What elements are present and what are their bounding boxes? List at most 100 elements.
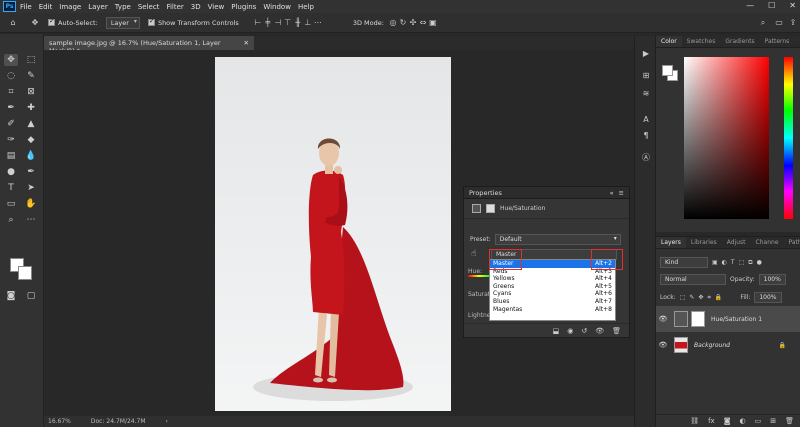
pen-tool-icon[interactable]: ✒: [24, 166, 38, 178]
align-left-icon[interactable]: ⊢: [253, 18, 263, 28]
move-tool-icon[interactable]: ✥: [30, 18, 40, 28]
close-window-button[interactable]: ✕: [789, 1, 796, 10]
tab-paths[interactable]: Paths: [784, 237, 800, 248]
lock-artboard-icon[interactable]: ⌗: [707, 294, 710, 302]
tab-swatches[interactable]: Swatches: [682, 36, 721, 47]
dropdown-item-blues[interactable]: Blues Alt+7: [490, 298, 615, 306]
menu-help[interactable]: Help: [298, 3, 314, 11]
filter-pixel-icon[interactable]: ▣: [712, 259, 718, 266]
reset-icon[interactable]: ↺: [581, 327, 587, 335]
fill-input[interactable]: 100%: [754, 292, 782, 303]
history-icon[interactable]: ⊞: [640, 70, 652, 82]
close-tab-icon[interactable]: ✕: [244, 39, 249, 47]
dropdown-item-cyans[interactable]: Cyans Alt+6: [490, 290, 615, 298]
layer-filter-dropdown[interactable]: Kind: [660, 257, 708, 268]
path-select-icon[interactable]: ➤: [24, 182, 38, 194]
blur-tool-icon[interactable]: 💧: [24, 150, 38, 162]
new-adjustment-icon[interactable]: ◐: [740, 417, 746, 425]
targeted-adjustment-icon[interactable]: ☝: [471, 249, 476, 259]
align-bottom-icon[interactable]: ⊥: [303, 18, 313, 28]
menu-edit[interactable]: Edit: [39, 3, 53, 11]
screen-mode-icon[interactable]: ▢: [24, 290, 38, 302]
tab-color[interactable]: Color: [656, 36, 682, 47]
edit-toolbar-icon[interactable]: ⋯: [24, 214, 38, 226]
tab-adjust[interactable]: Adjust: [722, 237, 751, 248]
delete-icon[interactable]: 🗑: [612, 327, 621, 335]
move-tool-icon[interactable]: ✥: [4, 54, 18, 66]
layer-row-hue-saturation[interactable]: 👁 Hue/Saturation 1: [656, 306, 800, 332]
show-transform-option[interactable]: Show Transform Controls: [147, 17, 239, 27]
lock-transparent-icon[interactable]: ⬚: [680, 294, 686, 301]
status-arrow-icon[interactable]: ›: [166, 418, 168, 425]
home-icon[interactable]: ⌂: [8, 18, 18, 28]
gradient-tool-icon[interactable]: ▤: [4, 150, 18, 162]
hand-tool-icon[interactable]: ✋: [24, 198, 38, 210]
healing-brush-icon[interactable]: ✚: [24, 102, 38, 114]
layer-visibility-eye-icon[interactable]: 👁: [656, 341, 670, 349]
hue-slider-track[interactable]: [468, 275, 490, 277]
adjustment-icon[interactable]: [472, 204, 481, 213]
roll-3d-icon[interactable]: ↻: [398, 18, 408, 28]
brush-settings-icon[interactable]: ≋: [640, 88, 652, 100]
auto-select-dropdown[interactable]: Layer: [105, 16, 140, 29]
new-group-icon[interactable]: ▭: [755, 417, 762, 425]
auto-select-checkbox[interactable]: [48, 17, 55, 26]
play-icon[interactable]: ▶: [640, 48, 652, 60]
share-icon[interactable]: ⇪: [788, 18, 798, 28]
layer-mask-thumbnail[interactable]: [691, 311, 705, 327]
menu-filter[interactable]: Filter: [166, 3, 183, 11]
menu-plugins[interactable]: Plugins: [231, 3, 256, 11]
menu-type[interactable]: Type: [115, 3, 131, 11]
eyedropper-icon[interactable]: ✒: [4, 102, 18, 114]
menu-select[interactable]: Select: [138, 3, 160, 11]
color-panel-fg-swatch[interactable]: [662, 65, 673, 76]
align-top-icon[interactable]: ⊤: [283, 18, 293, 28]
lock-position-icon[interactable]: ✥: [698, 294, 703, 301]
show-transform-checkbox[interactable]: [147, 17, 155, 26]
filter-smart-icon[interactable]: ⧉: [748, 259, 752, 267]
filter-shape-icon[interactable]: ⬚: [739, 259, 745, 266]
brush-tool-icon[interactable]: ✐: [4, 118, 18, 130]
align-center-icon[interactable]: ╪: [263, 18, 273, 28]
tab-gradients[interactable]: Gradients: [720, 36, 759, 47]
tab-layers[interactable]: Layers: [656, 237, 686, 248]
menu-3d[interactable]: 3D: [191, 3, 201, 11]
delete-layer-icon[interactable]: 🗑: [785, 417, 794, 425]
preset-dropdown[interactable]: Default: [494, 234, 621, 245]
auto-select-option[interactable]: Auto-Select:: [48, 17, 98, 27]
panel-collapse-icon[interactable]: «: [610, 189, 614, 197]
camera-3d-icon[interactable]: ▣: [428, 18, 438, 28]
layer-style-icon[interactable]: fx: [708, 417, 715, 425]
paragraph-icon[interactable]: ¶: [640, 130, 652, 142]
view-previous-icon[interactable]: ◉: [567, 327, 573, 335]
link-layers-icon[interactable]: ⛓: [690, 417, 699, 425]
lock-all-icon[interactable]: 🔒: [715, 294, 722, 301]
glyphs-icon[interactable]: Ⓐ: [640, 152, 652, 164]
tab-channels[interactable]: Channe: [751, 237, 784, 248]
orbit-3d-icon[interactable]: ◎: [388, 18, 398, 28]
search-icon[interactable]: ⌕: [758, 18, 768, 28]
zoom-tool-icon[interactable]: ⌕: [4, 214, 18, 226]
lasso-tool-icon[interactable]: ◌: [4, 70, 18, 82]
more-options-icon[interactable]: ⋯: [313, 18, 323, 28]
panel-menu-icon[interactable]: ≡: [619, 189, 624, 197]
dropdown-item-magentas[interactable]: Magentas Alt+8: [490, 306, 615, 314]
menu-layer[interactable]: Layer: [88, 3, 108, 11]
document-canvas[interactable]: [215, 57, 451, 411]
hue-strip[interactable]: [784, 57, 793, 219]
filter-adjustment-icon[interactable]: ◐: [722, 259, 727, 266]
maximize-button[interactable]: ☐: [768, 1, 775, 10]
tab-libraries[interactable]: Libraries: [686, 237, 722, 248]
dropdown-item-greens[interactable]: Greens Alt+5: [490, 283, 615, 291]
filter-toggle-icon[interactable]: ●: [757, 259, 762, 266]
clip-to-layer-icon[interactable]: ⬓: [553, 327, 560, 335]
zoom-level[interactable]: 16.67%: [48, 418, 71, 425]
tab-patterns[interactable]: Patterns: [760, 36, 795, 47]
menu-file[interactable]: File: [20, 3, 32, 11]
crop-tool-icon[interactable]: ⌗: [4, 86, 18, 98]
align-middle-icon[interactable]: ╫: [293, 18, 303, 28]
workspace-icon[interactable]: ▭: [774, 18, 784, 28]
history-brush-icon[interactable]: ✑: [4, 134, 18, 146]
opacity-input[interactable]: 100%: [758, 274, 786, 285]
type-tool-icon[interactable]: T: [4, 182, 18, 194]
